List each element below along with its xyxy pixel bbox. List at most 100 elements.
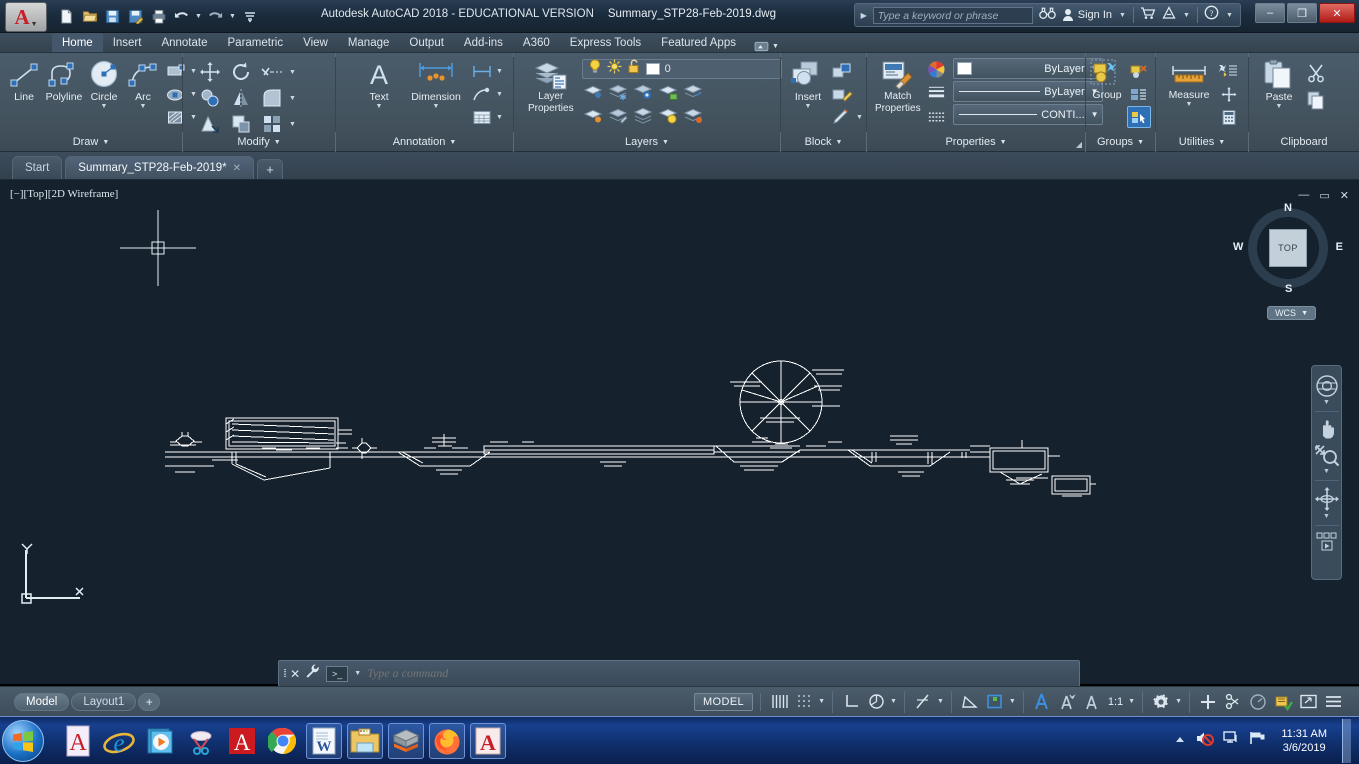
workspace-gear-icon[interactable] bbox=[1150, 691, 1172, 713]
undo-dropdown-icon[interactable]: ▼ bbox=[194, 13, 203, 20]
polyline-button[interactable]: Polyline bbox=[45, 56, 83, 103]
fillet-icon[interactable] bbox=[257, 86, 287, 110]
rotate-icon[interactable] bbox=[226, 60, 256, 84]
color-combo[interactable]: ByLayer ▼ bbox=[952, 58, 1103, 79]
qat-more-icon[interactable] bbox=[239, 6, 260, 27]
command-line-grip[interactable]: ⁞⁞ bbox=[283, 668, 287, 680]
steering-wheel-icon[interactable] bbox=[1314, 374, 1340, 398]
firefox-icon[interactable] bbox=[429, 722, 465, 759]
file-tab-start[interactable]: Start bbox=[12, 156, 63, 179]
unlock-icon[interactable] bbox=[627, 59, 641, 79]
panel-title-properties[interactable]: Properties ▼ bbox=[867, 132, 1085, 152]
ribbon-options-caret-icon[interactable]: ▼ bbox=[772, 43, 779, 50]
add-layout-button[interactable]: + bbox=[138, 692, 161, 711]
drawing-canvas[interactable]: [−][Top][2D Wireframe] — ▭ ✕ TOP N S W E… bbox=[0, 180, 1359, 684]
annotation-expand-icon[interactable]: ▼ bbox=[449, 139, 456, 146]
file-tab-close-icon[interactable]: ✕ bbox=[233, 163, 241, 174]
layer-freeze-icon[interactable] bbox=[607, 81, 631, 103]
network-icon[interactable] bbox=[1223, 730, 1240, 751]
autodesk-dropdown-icon[interactable]: ▼ bbox=[1182, 12, 1191, 19]
snap-caret-icon[interactable]: ▼ bbox=[818, 698, 825, 705]
lightbulb-icon[interactable] bbox=[588, 59, 602, 79]
edit-attribute-icon[interactable] bbox=[830, 106, 854, 128]
panel-title-layers[interactable]: Layers ▼ bbox=[514, 132, 780, 152]
leader-icon[interactable] bbox=[470, 83, 494, 105]
block-expand-icon[interactable]: ▼ bbox=[835, 139, 842, 146]
trim-icon[interactable] bbox=[257, 60, 287, 84]
panel-title-block[interactable]: Block ▼ bbox=[781, 132, 866, 152]
panel-title-clipboard[interactable]: Clipboard bbox=[1249, 132, 1359, 152]
start-orb-icon[interactable] bbox=[2, 719, 44, 762]
dimension-dropdown-icon[interactable]: ▼ bbox=[433, 103, 440, 110]
line-button[interactable]: Line bbox=[6, 56, 42, 103]
insert-dropdown-icon[interactable]: ▼ bbox=[805, 103, 812, 110]
show-hidden-icon[interactable] bbox=[1174, 732, 1186, 750]
redo-icon[interactable] bbox=[205, 6, 226, 27]
tab-annotate[interactable]: Annotate bbox=[151, 33, 217, 52]
copy-clipboard-icon[interactable] bbox=[1304, 87, 1328, 113]
new-file-tab-button[interactable]: + bbox=[256, 159, 283, 179]
workspace-caret-icon[interactable]: ▼ bbox=[1175, 698, 1182, 705]
autoscale-icon[interactable] bbox=[1056, 691, 1078, 713]
measure-dropdown-icon[interactable]: ▼ bbox=[1186, 101, 1193, 108]
linear-dim-icon[interactable] bbox=[470, 60, 494, 82]
minimize-button[interactable]: – bbox=[1255, 3, 1285, 23]
layer-on-icon[interactable] bbox=[632, 105, 656, 127]
hardware-icon[interactable] bbox=[1272, 691, 1294, 713]
linetype-combo[interactable]: CONTI... ▼ bbox=[952, 104, 1103, 125]
text-button[interactable]: A Text ▼ bbox=[356, 56, 402, 110]
command-line-close-icon[interactable]: ✕ bbox=[290, 667, 300, 681]
polar-tracking-icon[interactable] bbox=[865, 691, 887, 713]
properties-dialog-launcher[interactable]: ◢ bbox=[1076, 140, 1082, 149]
draw-expand-icon[interactable]: ▼ bbox=[102, 139, 109, 146]
new-icon[interactable] bbox=[56, 6, 77, 27]
windows-media-player-icon[interactable] bbox=[142, 723, 178, 759]
undo-icon[interactable] bbox=[171, 6, 192, 27]
osnap-caret-icon[interactable]: ▼ bbox=[937, 698, 944, 705]
orbit-caret-icon[interactable]: ▼ bbox=[1323, 513, 1330, 520]
layer-unlock-icon[interactable] bbox=[657, 81, 681, 103]
annotation-visibility-icon[interactable] bbox=[1031, 691, 1053, 713]
search-input[interactable]: Type a keyword or phrase bbox=[872, 6, 1033, 24]
array-dropdown-icon[interactable]: ▼ bbox=[288, 121, 297, 128]
binoculars-icon[interactable] bbox=[1038, 6, 1056, 25]
help-dropdown-icon[interactable]: ▼ bbox=[1225, 12, 1234, 19]
panel-title-annotation[interactable]: Annotation ▼ bbox=[336, 132, 513, 152]
color-wheel-icon[interactable] bbox=[925, 58, 949, 80]
object-snap-tracking-icon[interactable] bbox=[912, 691, 934, 713]
sign-in-dropdown-icon[interactable]: ▼ bbox=[1118, 12, 1127, 19]
action-center-icon[interactable] bbox=[1249, 730, 1266, 751]
help-icon[interactable]: ? bbox=[1204, 5, 1219, 25]
panel-title-groups[interactable]: Groups ▼ bbox=[1086, 132, 1155, 152]
paste-dropdown-icon[interactable]: ▼ bbox=[1276, 103, 1283, 110]
layer-match-icon[interactable] bbox=[682, 81, 706, 103]
show-desktop-button[interactable] bbox=[1342, 718, 1351, 763]
layers-expand-icon[interactable]: ▼ bbox=[662, 139, 669, 146]
model-space-button[interactable]: MODEL bbox=[693, 692, 754, 711]
tab-insert[interactable]: Insert bbox=[103, 33, 152, 52]
grid-display-icon[interactable] bbox=[768, 691, 790, 713]
block-dropdown-icon[interactable]: ▼ bbox=[855, 114, 864, 121]
clean-screen-icon[interactable] bbox=[1297, 691, 1319, 713]
angle-icon[interactable] bbox=[959, 691, 981, 713]
annotation-scale-value[interactable]: 1:1 bbox=[1106, 696, 1125, 708]
selection-cycling-icon[interactable] bbox=[984, 691, 1006, 713]
steering-wheel-caret-icon[interactable]: ▼ bbox=[1323, 399, 1330, 406]
layer-properties-button[interactable]: Layer Properties bbox=[528, 56, 574, 114]
viewcube-south-label[interactable]: S bbox=[1285, 283, 1292, 295]
create-block-icon[interactable] bbox=[830, 60, 854, 82]
customization-plus-icon[interactable] bbox=[1197, 691, 1219, 713]
copy-icon[interactable] bbox=[195, 86, 225, 110]
taskbar-clock[interactable]: 11:31 AM 3/6/2019 bbox=[1275, 727, 1327, 755]
group-edit-icon[interactable] bbox=[1127, 83, 1151, 105]
viewcube-west-label[interactable]: W bbox=[1233, 241, 1243, 253]
lineweight-combo[interactable]: ByLayer ▼ bbox=[952, 81, 1103, 102]
viewcube-east-label[interactable]: E bbox=[1336, 241, 1343, 253]
acrobat-icon[interactable]: A bbox=[224, 723, 260, 759]
redo-dropdown-icon[interactable]: ▼ bbox=[228, 13, 237, 20]
linear-dim-dropdown-icon[interactable]: ▼ bbox=[495, 68, 504, 75]
tab-home[interactable]: Home bbox=[52, 33, 103, 52]
dimension-button[interactable]: Dimension ▼ bbox=[405, 56, 467, 110]
layer-off-icon[interactable] bbox=[632, 81, 656, 103]
calculator-icon[interactable] bbox=[1217, 106, 1241, 128]
